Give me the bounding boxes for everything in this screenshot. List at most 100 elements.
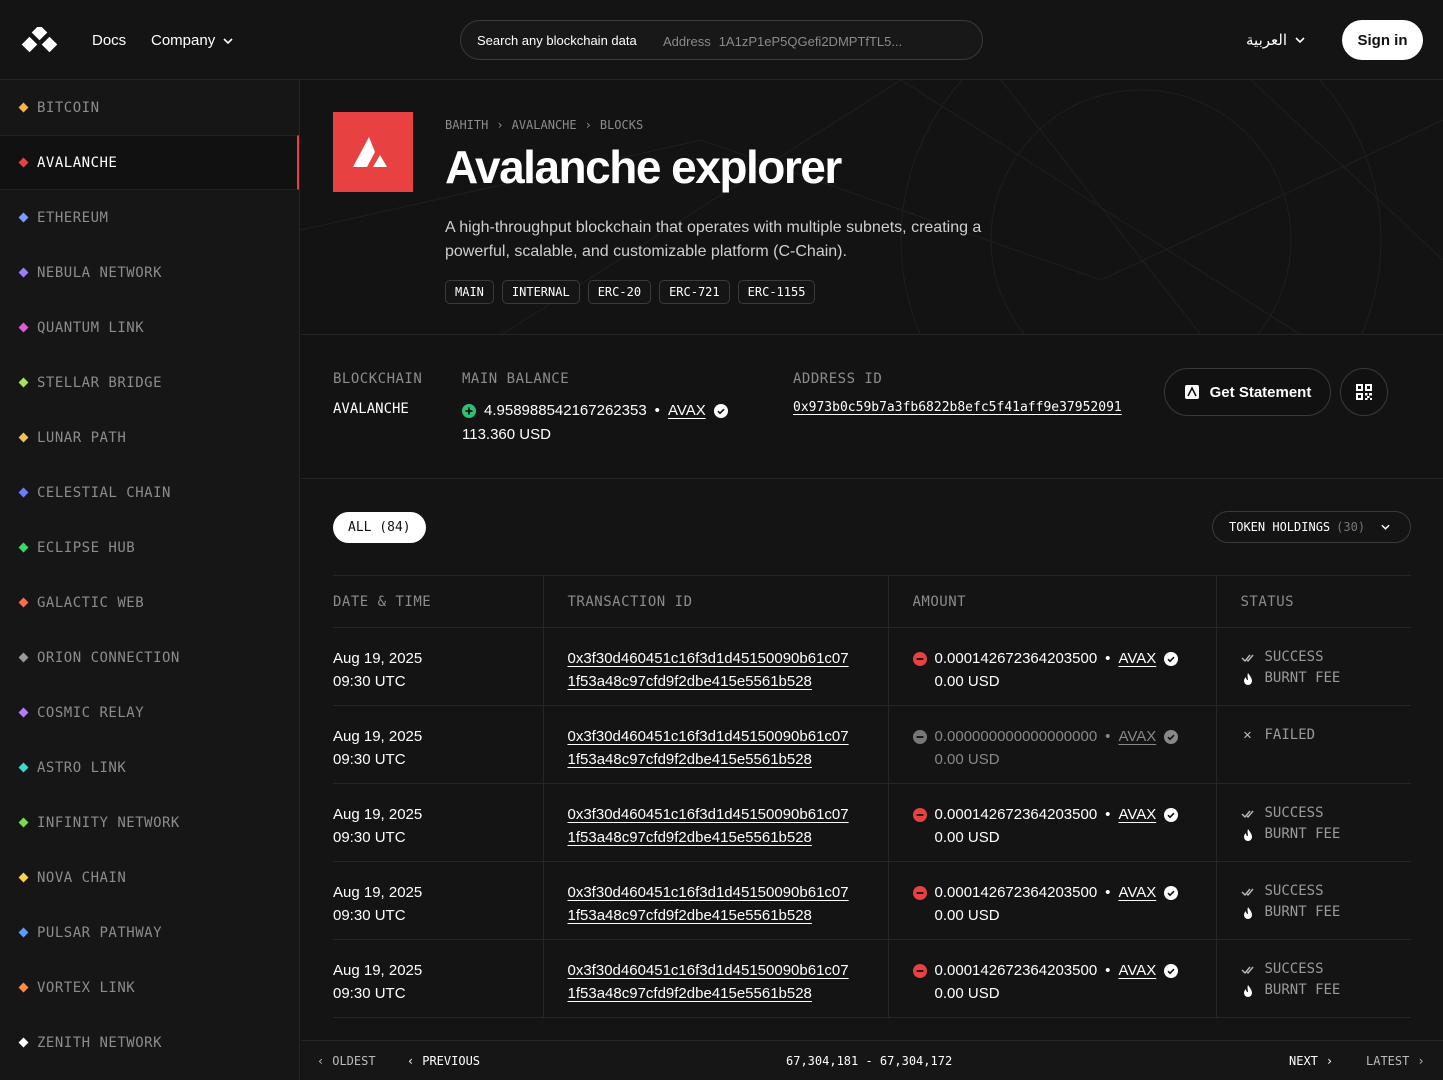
tag-erc721[interactable]: ERC-721 xyxy=(659,280,730,304)
chain-diamond-icon xyxy=(18,542,29,553)
previous-button[interactable]: ‹ PREVIOUS xyxy=(407,1054,480,1068)
chain-diamond-icon xyxy=(18,1037,29,1048)
latest-button[interactable]: LATEST › xyxy=(1366,1054,1425,1068)
logo-icon[interactable] xyxy=(20,27,60,55)
tx-token-link[interactable]: AVAX xyxy=(1118,725,1156,748)
tx-date: Aug 19, 2025 xyxy=(333,884,423,901)
minus-circle-icon xyxy=(912,885,927,900)
next-button[interactable]: NEXT › xyxy=(1289,1054,1333,1068)
chevron-down-icon xyxy=(1381,524,1390,530)
sign-in-button[interactable]: Sign in xyxy=(1342,20,1423,60)
tag-erc1155[interactable]: ERC-1155 xyxy=(737,280,816,304)
tx-token-link[interactable]: AVAX xyxy=(1118,803,1156,826)
token-holdings-dropdown[interactable]: TOKEN HOLDINGS (30) xyxy=(1212,511,1411,543)
sidebar-item-astro-link[interactable]: ASTRO LINK xyxy=(0,740,299,795)
status-secondary-label: BURNT FEE xyxy=(1264,982,1341,998)
language-switcher[interactable]: العربية xyxy=(1246,31,1305,49)
status-label: FAILED xyxy=(1264,727,1316,743)
amount-cell: 0.000142672364203500 • AVAX 0.00 USD xyxy=(887,861,1216,940)
tx-usd: 0.00 USD xyxy=(934,985,1000,1002)
status-cell: SUCCESS BURNT FEE xyxy=(1215,861,1412,940)
separator-dot: • xyxy=(1105,650,1111,667)
sidebar-item-zenith-network[interactable]: ZENITH NETWORK xyxy=(0,1015,299,1070)
filter-all-tab[interactable]: ALL (84) xyxy=(333,512,426,543)
pdf-icon xyxy=(1184,385,1199,399)
tx-usd: 0.00 USD xyxy=(934,907,1000,924)
tx-id-link-cont[interactable]: 1f53a48c97cfd9f2dbe415e5561b528 xyxy=(568,670,888,693)
oldest-button[interactable]: ‹ OLDEST xyxy=(317,1054,376,1068)
tx-usd: 0.00 USD xyxy=(934,673,1000,690)
qr-code-button[interactable] xyxy=(1340,368,1388,416)
breadcrumb-item[interactable]: AVALANCHE xyxy=(512,118,577,132)
sidebar-item-celestial-chain[interactable]: CELESTIAL CHAIN xyxy=(0,465,299,520)
sidebar-item-ethereum[interactable]: ETHEREUM xyxy=(0,190,299,245)
column-header-date[interactable]: DATE & TIME xyxy=(333,575,543,628)
flame-icon xyxy=(1243,906,1252,919)
tx-id-link-cont[interactable]: 1f53a48c97cfd9f2dbe415e5561b528 xyxy=(568,982,888,1005)
tx-time: 09:30 UTC xyxy=(333,829,406,846)
column-header-txid[interactable]: TRANSACTION ID xyxy=(542,575,888,628)
breadcrumb: BAHITH › AVALANCHE › BLOCKS xyxy=(445,118,643,132)
next-label: NEXT xyxy=(1289,1054,1318,1068)
search-hint: Address 1A1zP1eP5QGefi2DMPTfTL5... xyxy=(663,21,903,59)
sidebar-item-galactic-web[interactable]: GALACTIC WEB xyxy=(0,575,299,630)
sidebar-item-nebula-network[interactable]: NEBULA NETWORK xyxy=(0,245,299,300)
nav-company-menu[interactable]: Company xyxy=(151,32,233,49)
status-cell: SUCCESS BURNT FEE xyxy=(1215,627,1412,706)
sidebar-item-pulsar-pathway[interactable]: PULSAR PATHWAY xyxy=(0,905,299,960)
status-success: SUCCESS xyxy=(1241,647,1412,668)
qr-code-icon xyxy=(1356,384,1372,400)
breadcrumb-item[interactable]: BLOCKS xyxy=(600,118,643,132)
tx-id-link-cont[interactable]: 1f53a48c97cfd9f2dbe415e5561b528 xyxy=(568,904,888,927)
sidebar-item-label: NOVA CHAIN xyxy=(37,869,127,886)
sidebar-item-nova-chain[interactable]: NOVA CHAIN xyxy=(0,850,299,905)
sidebar-item-label: STELLAR BRIDGE xyxy=(37,374,163,391)
tag-main[interactable]: MAIN xyxy=(445,280,494,304)
chain-diamond-icon xyxy=(18,487,29,498)
tx-id-link-cont[interactable]: 1f53a48c97cfd9f2dbe415e5561b528 xyxy=(568,826,888,849)
address-link[interactable]: 0x973b0c59b7a3fb6822b8efc5f41aff9e379520… xyxy=(793,400,1122,415)
date-cell: Aug 19, 2025 09:30 UTC xyxy=(333,627,543,706)
tag-internal[interactable]: INTERNAL xyxy=(501,280,580,304)
tag-erc20[interactable]: ERC-20 xyxy=(587,280,652,304)
chevron-right-icon: › xyxy=(1325,1054,1334,1068)
tx-id-link[interactable]: 0x3f30d460451c16f3d1d45150090b61c07 xyxy=(568,881,888,904)
tx-id-link[interactable]: 0x3f30d460451c16f3d1d45150090b61c07 xyxy=(568,803,888,826)
sidebar-item-eclipse-hub[interactable]: ECLIPSE HUB xyxy=(0,520,299,575)
tx-id-link[interactable]: 0x3f30d460451c16f3d1d45150090b61c07 xyxy=(568,647,888,670)
sidebar-item-bitcoin[interactable]: BITCOIN xyxy=(0,80,299,135)
sidebar-item-orion-connection[interactable]: ORION CONNECTION xyxy=(0,630,299,685)
status-burnt-fee: BURNT FEE xyxy=(1241,668,1412,689)
minus-circle-icon xyxy=(912,963,927,978)
tx-token-link[interactable]: AVAX xyxy=(1118,647,1156,670)
search-hint-value: 1A1zP1eP5QGefi2DMPTfTL5... xyxy=(718,33,903,49)
tx-id-link[interactable]: 0x3f30d460451c16f3d1d45150090b61c07 xyxy=(568,725,888,748)
sidebar-item-stellar-bridge[interactable]: STELLAR BRIDGE xyxy=(0,355,299,410)
search-bar[interactable]: Search any blockchain data Address 1A1zP… xyxy=(460,20,983,60)
tx-token-link[interactable]: AVAX xyxy=(1118,959,1156,982)
status-success: SUCCESS xyxy=(1241,881,1412,902)
date-cell: Aug 19, 2025 09:30 UTC xyxy=(333,705,543,784)
sidebar-item-quantum-link[interactable]: QUANTUM LINK xyxy=(0,300,299,355)
column-header-status[interactable]: STATUS xyxy=(1215,575,1411,628)
sidebar-item-label: ECLIPSE HUB xyxy=(37,539,136,556)
tx-amount: 0.000000000000000000 xyxy=(934,728,1098,745)
txid-cell: 0x3f30d460451c16f3d1d45150090b61c07 1f53… xyxy=(542,939,888,1018)
sidebar-item-lunar-path[interactable]: LUNAR PATH xyxy=(0,410,299,465)
nav-docs-link[interactable]: Docs xyxy=(92,32,126,49)
sidebar-item-label: QUANTUM LINK xyxy=(37,319,145,336)
breadcrumb-separator-icon: › xyxy=(496,118,504,132)
sidebar-item-infinity-network[interactable]: INFINITY NETWORK xyxy=(0,795,299,850)
breadcrumb-item[interactable]: BAHITH xyxy=(445,118,488,132)
table-header-row: DATE & TIME TRANSACTION ID AMOUNT STATUS xyxy=(333,575,1411,628)
get-statement-button[interactable]: Get Statement xyxy=(1164,368,1331,416)
column-header-amount[interactable]: AMOUNT xyxy=(887,575,1216,628)
tx-id-link[interactable]: 0x3f30d460451c16f3d1d45150090b61c07 xyxy=(568,959,888,982)
status-label: SUCCESS xyxy=(1264,805,1324,821)
sidebar-item-cosmic-relay[interactable]: COSMIC RELAY xyxy=(0,685,299,740)
balance-token-link[interactable]: AVAX xyxy=(668,402,706,419)
tx-id-link-cont[interactable]: 1f53a48c97cfd9f2dbe415e5561b528 xyxy=(568,748,888,771)
sidebar-item-vortex-link[interactable]: VORTEX LINK xyxy=(0,960,299,1015)
tx-token-link[interactable]: AVAX xyxy=(1118,881,1156,904)
sidebar-item-avalanche[interactable]: AVALANCHE xyxy=(0,135,299,190)
